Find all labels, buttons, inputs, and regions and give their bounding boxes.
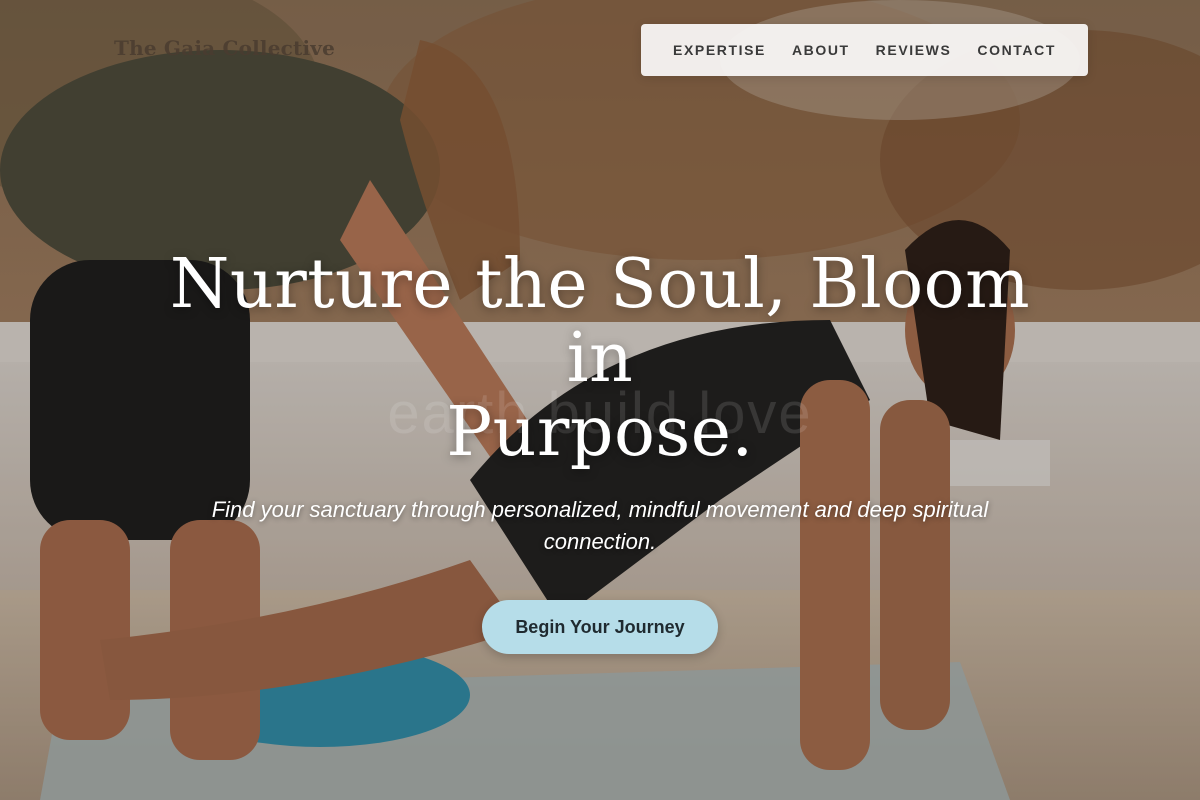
nav-item-expertise[interactable]: EXPERTISE <box>673 42 766 58</box>
hero-title: Nurture the Soul, Bloom in Purpose. <box>150 248 1050 470</box>
nav-item-about[interactable]: ABOUT <box>792 42 850 58</box>
hero-title-line-2: Purpose. <box>446 393 754 472</box>
hero-section: Nurture the Soul, Bloom in Purpose. Find… <box>0 248 1200 654</box>
nav-item-contact[interactable]: CONTACT <box>977 42 1056 58</box>
nav-item-reviews[interactable]: REVIEWS <box>876 42 952 58</box>
begin-journey-button[interactable]: Begin Your Journey <box>482 600 718 654</box>
hero-title-line-1: Nurture the Soul, Bloom in <box>169 245 1031 398</box>
main-navigation: EXPERTISE ABOUT REVIEWS CONTACT <box>641 24 1088 76</box>
brand-logo-text[interactable]: The Gaia Collective <box>114 36 335 60</box>
hero-subtitle: Find your sanctuary through personalized… <box>211 497 989 554</box>
